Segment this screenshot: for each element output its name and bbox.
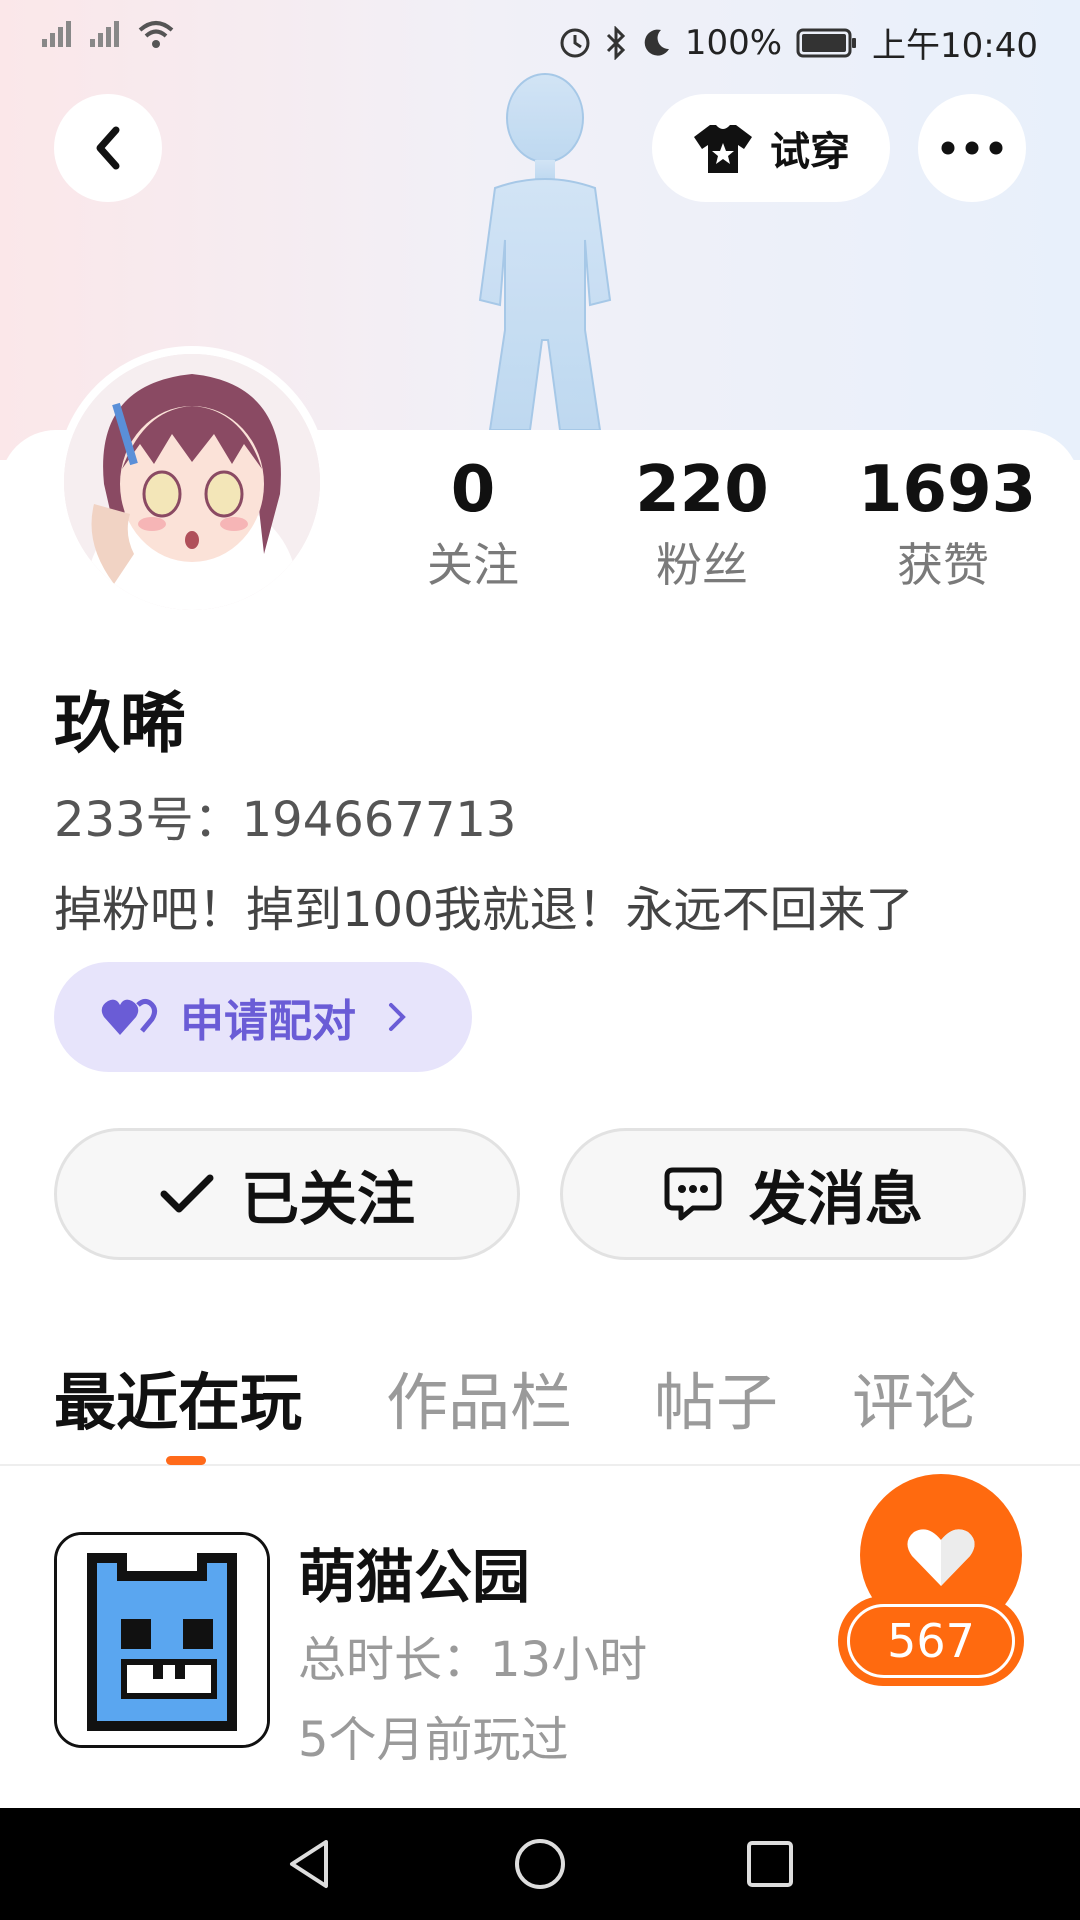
tshirt-icon: [694, 125, 752, 173]
chat-bubble-icon: [664, 1167, 722, 1221]
profile-tabs: 最近在玩 作品栏 帖子 评论: [0, 1352, 1080, 1466]
user-name: 玖晞: [54, 685, 186, 762]
following-label: 关注: [427, 538, 519, 592]
heart-icon: [907, 1529, 975, 1586]
request-pair-label: 申请配对: [180, 996, 356, 1047]
game-icon[interactable]: [54, 1532, 270, 1748]
tab-works[interactable]: 作品栏: [386, 1352, 572, 1442]
tab-recently-played[interactable]: 最近在玩: [54, 1352, 302, 1442]
avatar-3d-figure: [478, 73, 612, 430]
system-nav-bar: [0, 1808, 1080, 1920]
more-options-button[interactable]: [918, 94, 1026, 202]
tab-posts[interactable]: 帖子: [654, 1352, 778, 1442]
back-button[interactable]: [54, 94, 162, 202]
following-button[interactable]: 已关注: [54, 1128, 520, 1260]
game-title[interactable]: 萌猫公园: [298, 1530, 530, 1614]
stat-likes[interactable]: 1693 获赞: [858, 450, 1037, 600]
chevron-left-icon: [96, 126, 120, 170]
followers-count: 220: [635, 453, 769, 527]
battery-icon: [796, 28, 857, 57]
avatar-image: [64, 354, 320, 610]
data-saver-icon: [560, 28, 590, 57]
stat-following[interactable]: 0 关注: [388, 450, 558, 600]
followers-label: 粉丝: [656, 538, 748, 592]
try-on-label: 试穿: [770, 129, 850, 175]
request-pair-button[interactable]: 申请配对: [54, 962, 472, 1072]
nav-back-icon[interactable]: [282, 1836, 338, 1892]
active-tab-indicator: [166, 1456, 206, 1465]
following-count: 0: [450, 453, 496, 527]
checkmark-icon: [160, 1174, 214, 1213]
battery-percent: 100%: [684, 22, 783, 63]
send-message-button[interactable]: 发消息: [560, 1128, 1026, 1260]
game-logo-image: [57, 1535, 267, 1745]
likes-label: 获赞: [897, 538, 989, 592]
user-id: 233号：194667713: [54, 792, 517, 848]
send-message-label: 发消息: [748, 1165, 923, 1233]
game-last-played: 5个月前玩过: [298, 1712, 569, 1768]
wifi-icon: [138, 21, 174, 48]
clock: 上午10:40: [872, 26, 1038, 66]
bluetooth-icon: [606, 25, 625, 60]
likes-count: 1693: [858, 453, 1037, 527]
nav-recents-icon[interactable]: [742, 1836, 798, 1892]
pair-hearts-icon: [101, 998, 158, 1035]
signal-icon: [90, 21, 119, 47]
tab-comments[interactable]: 评论: [852, 1352, 976, 1442]
game-total-duration: 总时长：13小时: [298, 1632, 648, 1688]
status-bar: 100% 上午10:40: [0, 0, 1080, 78]
user-bio: 掉粉吧！掉到100我就退！永远不回来了: [54, 882, 914, 938]
avatar[interactable]: [56, 346, 328, 618]
try-on-button[interactable]: 试穿: [652, 94, 890, 202]
like-count: 567: [847, 1604, 1015, 1678]
chevron-right-icon: [389, 1003, 406, 1031]
following-button-label: 已关注: [240, 1165, 415, 1233]
stat-followers[interactable]: 220 粉丝: [617, 450, 787, 600]
more-dots-icon: [941, 141, 1003, 155]
nav-home-icon[interactable]: [512, 1836, 568, 1892]
signal-icon: [42, 21, 71, 47]
moon-icon: [644, 29, 669, 56]
like-count-badge: 567: [838, 1596, 1024, 1686]
